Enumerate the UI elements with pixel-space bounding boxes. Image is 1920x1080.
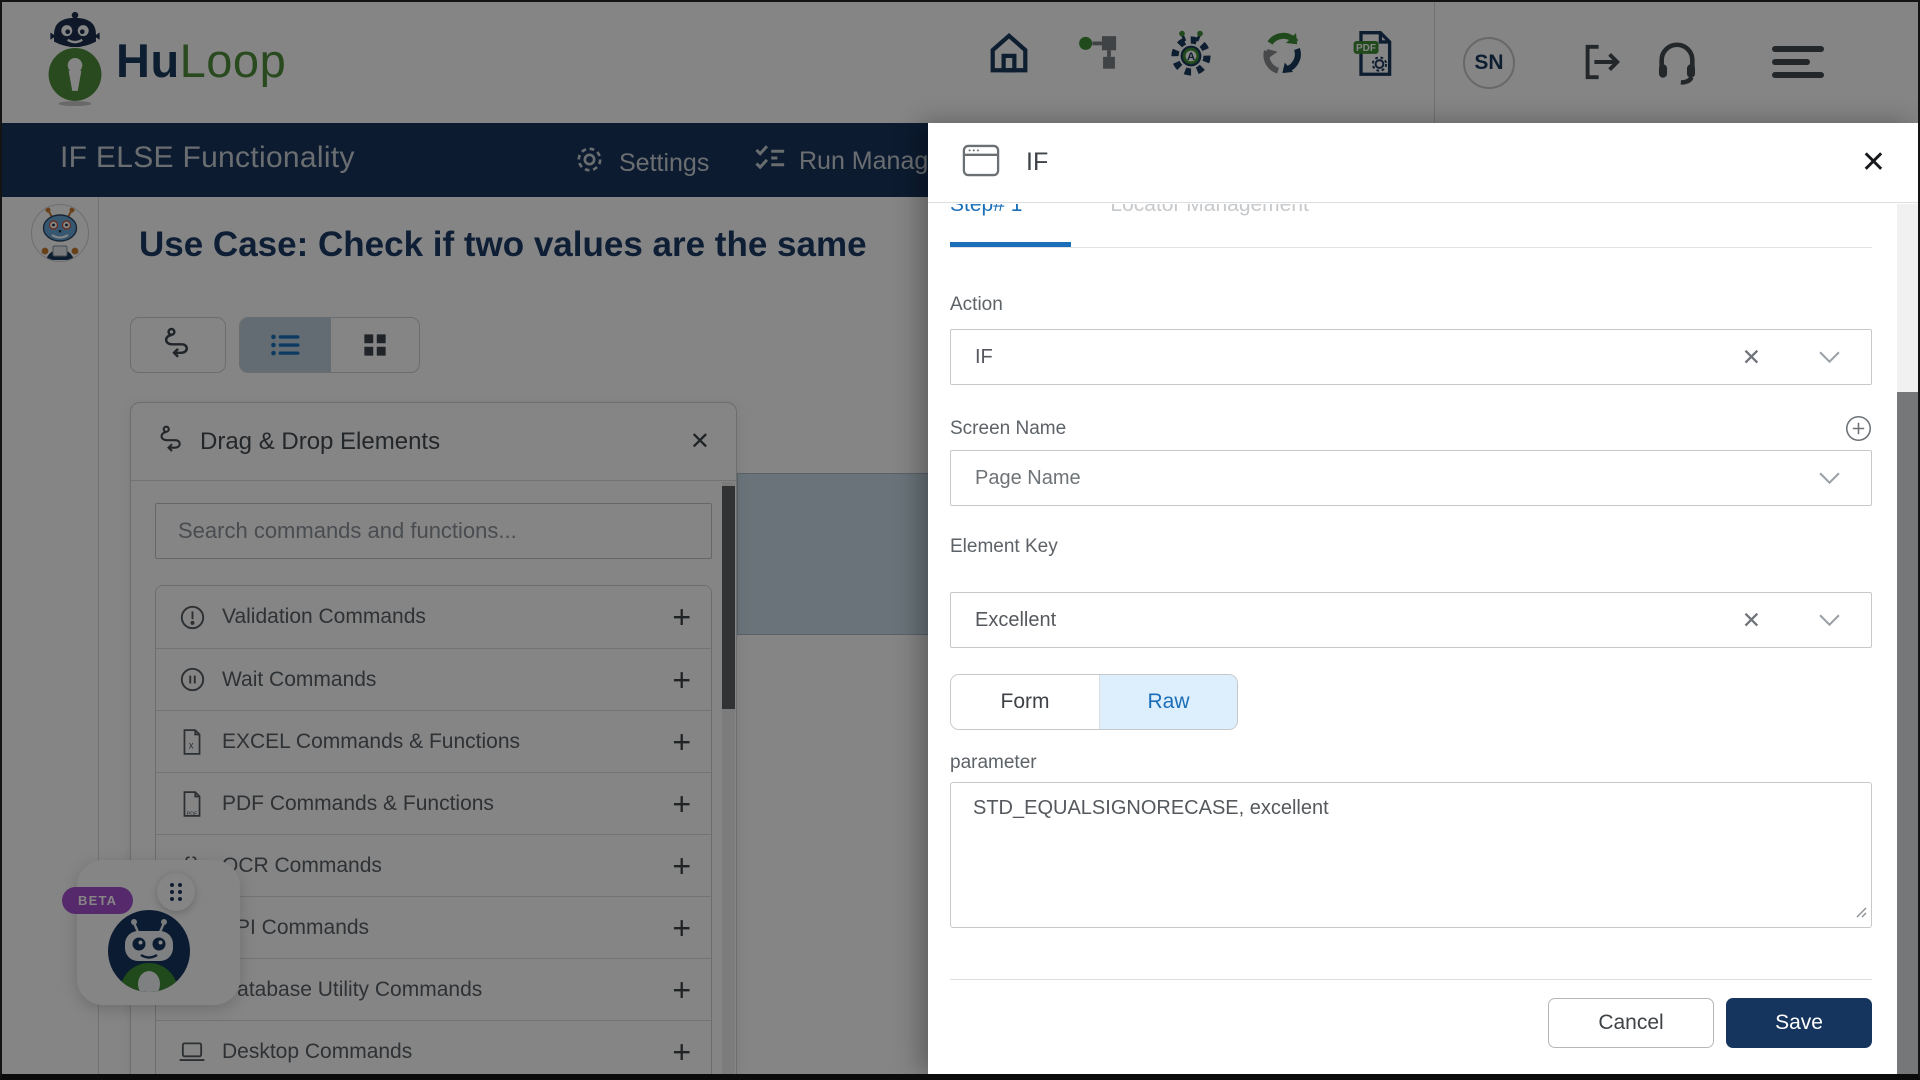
cancel-button[interactable]: Cancel — [1548, 998, 1714, 1048]
clear-element-key-icon[interactable]: ✕ — [1742, 607, 1761, 634]
tab-step-1[interactable]: Step# 1 — [950, 204, 1022, 217]
action-label: Action — [950, 294, 1003, 315]
action-value: IF — [975, 345, 993, 368]
footer-divider — [950, 979, 1872, 980]
screen-name-select[interactable]: Page Name — [950, 450, 1872, 506]
toggle-raw-option[interactable]: Raw — [1099, 675, 1237, 729]
element-key-label: Element Key — [950, 536, 1058, 557]
app-screen: HuLoop A PDF SN IF ELSE Functionality Se… — [0, 0, 1920, 1080]
if-action-modal: IF ✕ Step# 1 Locator Management Action I… — [928, 123, 1918, 1074]
action-select[interactable]: IF ✕ — [950, 329, 1872, 385]
modal-scrollbar-thumb[interactable] — [1897, 392, 1918, 1074]
clear-action-icon[interactable]: ✕ — [1742, 344, 1761, 371]
modal-footer: Cancel Save — [950, 998, 1872, 1048]
active-tab-underline — [950, 242, 1071, 247]
chevron-down-icon[interactable] — [1818, 613, 1841, 628]
modal-title: IF — [1026, 148, 1049, 176]
parameter-textarea[interactable]: STD_EQUALSIGNORECASE, excellent — [950, 782, 1872, 928]
element-key-select[interactable]: Excellent ✕ — [950, 592, 1872, 648]
window-icon — [962, 144, 1000, 182]
save-button[interactable]: Save — [1726, 998, 1872, 1048]
resize-grip-icon[interactable] — [1855, 905, 1867, 923]
tab-locator-management[interactable]: Locator Management — [1110, 204, 1308, 217]
form-raw-toggle: Form Raw — [950, 674, 1238, 730]
parameter-label: parameter — [950, 752, 1037, 773]
modal-tabs: Step# 1 Locator Management — [950, 204, 1872, 248]
screen-name-value: Page Name — [975, 466, 1081, 489]
chevron-down-icon[interactable] — [1818, 350, 1841, 365]
add-screen-icon[interactable] — [1845, 415, 1872, 442]
element-key-value: Excellent — [975, 608, 1057, 631]
modal-header: IF ✕ — [928, 123, 1918, 203]
screen-name-label: Screen Name — [950, 417, 1067, 439]
modal-scrollbar[interactable] — [1897, 204, 1918, 1074]
chevron-down-icon[interactable] — [1818, 471, 1841, 486]
modal-body: Step# 1 Locator Management Action IF ✕ S… — [928, 204, 1897, 1074]
modal-close-icon[interactable]: ✕ — [1861, 147, 1886, 178]
toggle-form-option[interactable]: Form — [951, 675, 1099, 729]
